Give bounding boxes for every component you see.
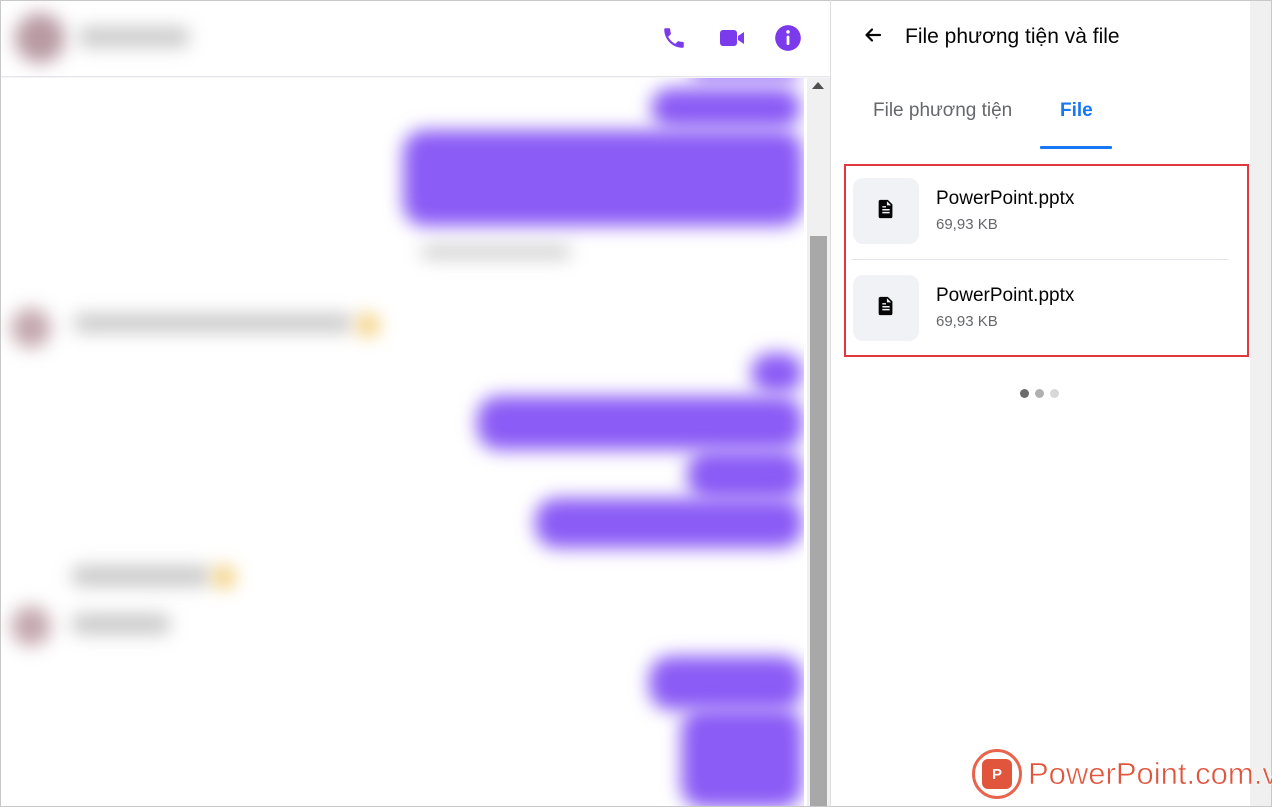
chat-scrollbar[interactable] — [807, 78, 830, 806]
scroll-up-arrow-icon[interactable] — [812, 82, 824, 89]
message-bubble — [477, 396, 803, 450]
message-list — [1, 78, 804, 806]
pagination-dot — [1020, 389, 1029, 398]
file-thumbnail — [853, 178, 919, 244]
chat-header — [1, 1, 830, 77]
received-message — [73, 314, 353, 332]
phone-icon[interactable] — [659, 23, 689, 53]
sender-avatar — [11, 308, 51, 348]
panel-scrollbar[interactable] — [1250, 1, 1271, 806]
panel-title: File phương tiện và file — [905, 25, 1120, 48]
sender-avatar — [11, 606, 51, 646]
message-bubble — [403, 130, 803, 226]
video-camera-icon[interactable] — [717, 23, 747, 53]
message-bubble — [751, 353, 803, 393]
document-icon — [875, 295, 897, 322]
file-thumbnail — [853, 275, 919, 341]
info-icon[interactable] — [773, 23, 803, 53]
file-item[interactable]: PowerPoint.pptx 69,93 KB — [851, 272, 1229, 344]
message-timestamp — [421, 246, 571, 258]
logo-text: PowerPoint.com.vn — [1028, 756, 1272, 792]
logo-badge: P — [972, 749, 1022, 799]
pagination-dot — [1035, 389, 1044, 398]
scroll-thumb[interactable] — [810, 236, 827, 806]
powerpoint-logo: P PowerPoint.com.vn — [972, 748, 1272, 800]
received-message — [71, 614, 171, 634]
file-name: PowerPoint.pptx — [936, 285, 1075, 306]
media-files-panel: File phương tiện và file File phương tiệ… — [831, 1, 1250, 806]
loading-dots — [1020, 389, 1059, 398]
tab-media[interactable]: File phương tiện — [873, 97, 1012, 125]
emoji — [213, 566, 235, 588]
message-bubble — [535, 498, 803, 548]
message-bubble — [687, 450, 803, 500]
divider — [851, 259, 1229, 260]
file-name: PowerPoint.pptx — [936, 188, 1075, 209]
contact-avatar[interactable] — [15, 13, 65, 63]
message-bubble — [681, 708, 803, 806]
file-size: 69,93 KB — [936, 216, 998, 233]
emoji — [357, 314, 379, 336]
tab-file[interactable]: File — [1060, 97, 1093, 125]
chat-pane — [1, 1, 830, 806]
back-button[interactable] — [857, 21, 889, 53]
file-size: 69,93 KB — [936, 313, 998, 330]
file-item[interactable]: PowerPoint.pptx 69,93 KB — [851, 175, 1229, 247]
received-message — [71, 566, 211, 586]
arrow-left-icon — [863, 25, 883, 50]
message-bubble — [649, 656, 803, 710]
message-bubble — [651, 88, 801, 128]
logo-badge-letter: P — [982, 759, 1012, 789]
document-icon — [875, 198, 897, 225]
message-bubble — [691, 78, 799, 80]
pagination-dot — [1050, 389, 1059, 398]
contact-name[interactable] — [79, 27, 189, 47]
active-tab-indicator — [1040, 146, 1112, 149]
